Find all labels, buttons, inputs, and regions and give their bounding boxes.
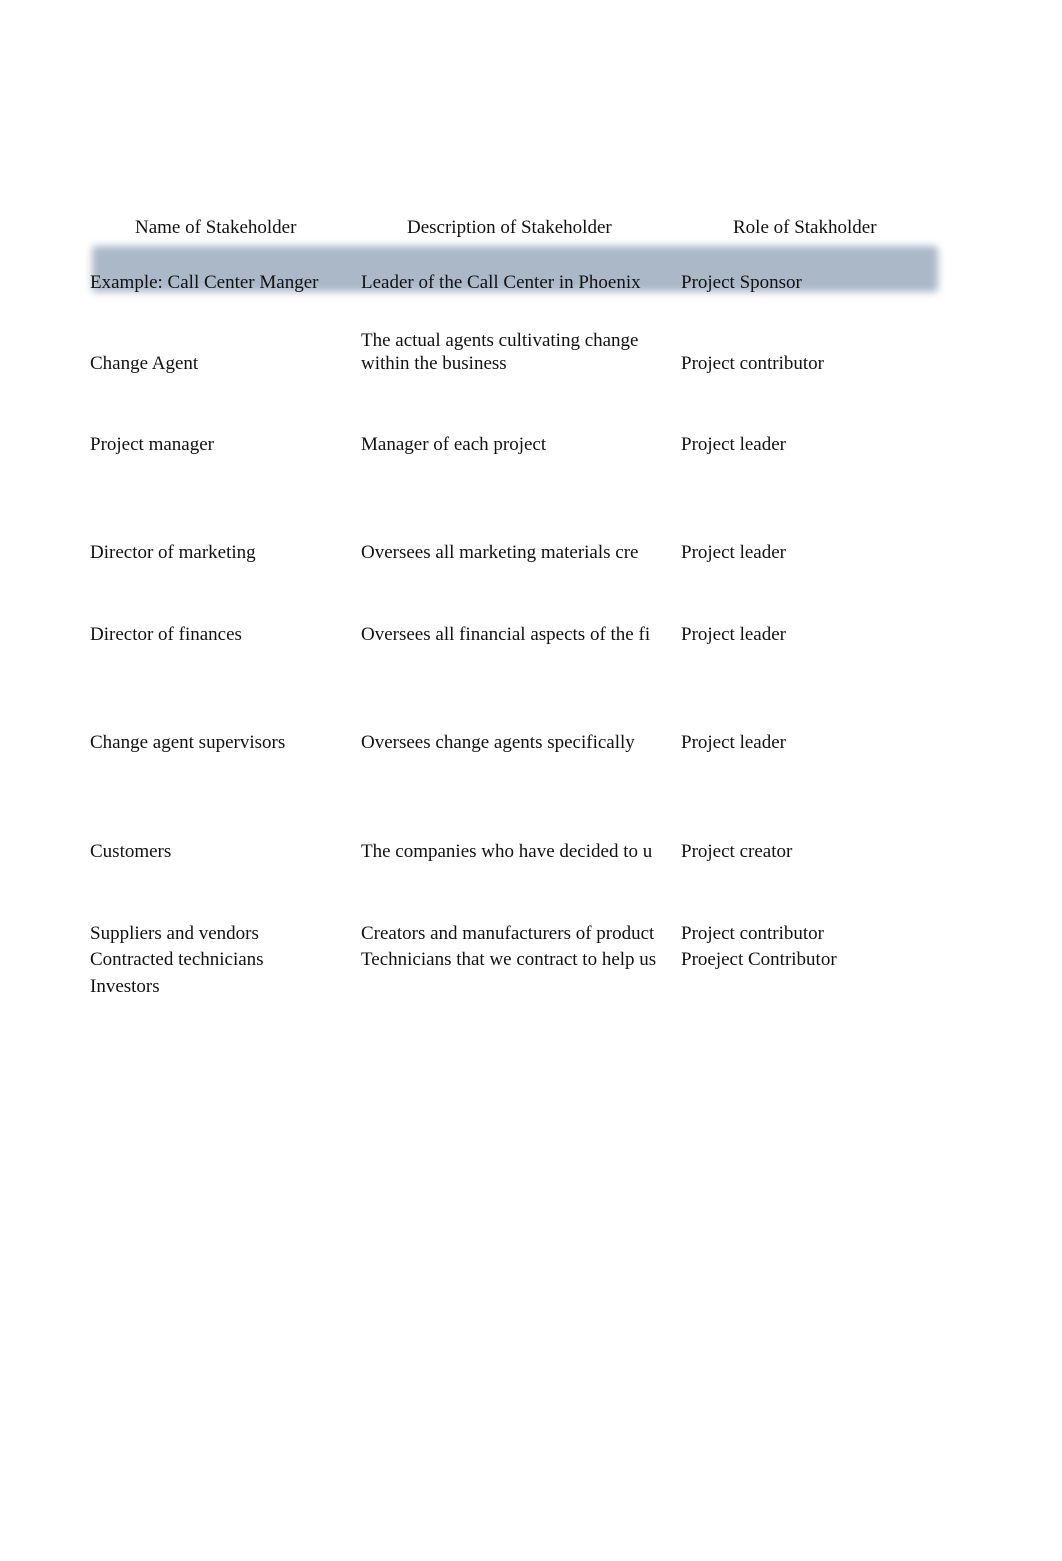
stakeholder-description-cell[interactable]: Creators and manufacturers of product [361,922,681,946]
stakeholder-description-cell[interactable]: Technicians that we contract to help us [361,948,681,972]
stakeholder-role-cell[interactable]: Proeject Contributor [681,948,837,972]
stakeholder-name-cell[interactable]: Director of marketing [90,541,256,565]
stakeholder-description-cell[interactable]: Oversees all financial aspects of the fi [361,623,681,647]
stakeholder-name-cell[interactable]: Contracted technicians [90,948,264,972]
stakeholder-name-cell[interactable]: Director of finances [90,623,242,647]
stakeholder-name-cell[interactable]: Change Agent [90,352,198,376]
stakeholder-name-cell[interactable]: Suppliers and vendors [90,922,259,946]
example-name-cell[interactable]: Example: Call Center Manger [90,271,318,295]
stakeholder-role-cell[interactable]: Project leader [681,731,786,755]
stakeholder-description-cell[interactable]: Manager of each project [361,433,681,457]
stakeholder-description-cell[interactable]: Oversees all marketing materials cre [361,541,681,565]
stakeholder-name-cell[interactable]: Customers [90,840,171,864]
stakeholder-role-cell[interactable]: Project contributor [681,922,824,946]
header-role-of-stakeholder[interactable]: Role of Stakholder [733,216,877,240]
stakeholder-role-cell[interactable]: Project leader [681,623,786,647]
stakeholder-name-cell[interactable]: Project manager [90,433,214,457]
stakeholder-description-cell[interactable]: Oversees change agents specifically [361,731,681,755]
stakeholder-name-cell[interactable]: Change agent supervisors [90,731,285,755]
example-description-cell[interactable]: Leader of the Call Center in Phoenix [361,271,641,295]
example-role-cell[interactable]: Project Sponsor [681,271,802,295]
header-name-of-stakeholder[interactable]: Name of Stakeholder [135,216,296,240]
header-description-of-stakeholder[interactable]: Description of Stakeholder [407,216,612,240]
stakeholder-role-cell[interactable]: Project contributor [681,352,824,376]
stakeholder-description-cell[interactable]: The actual agents cultivating change [361,329,639,353]
stakeholder-role-cell[interactable]: Project leader [681,541,786,565]
stakeholder-name-cell[interactable]: Investors [90,975,160,999]
stakeholder-description-cell[interactable]: The companies who have decided to u [361,840,681,864]
stakeholder-description-cell-line2[interactable]: within the business [361,352,507,376]
stakeholder-role-cell[interactable]: Project creator [681,840,792,864]
stakeholder-role-cell[interactable]: Project leader [681,433,786,457]
